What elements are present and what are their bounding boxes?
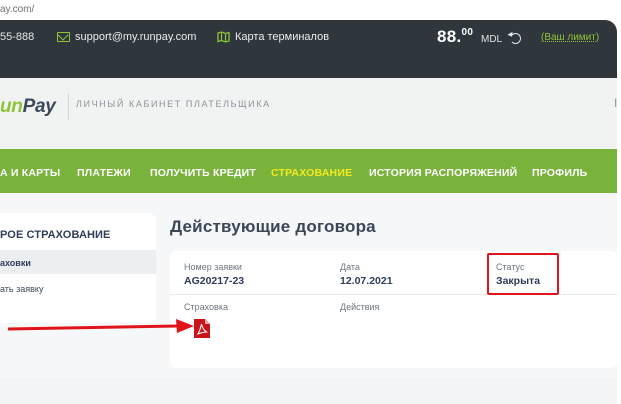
annotation-arrow bbox=[8, 319, 194, 333]
phone-number[interactable]: 55-888 bbox=[0, 31, 34, 43]
date-label: Дата bbox=[340, 262, 360, 272]
cabinet-label: ЛИЧНЫЙ КАБИНЕТ ПЛАТЕЛЬЩИКА bbox=[76, 99, 271, 109]
app-window: ay.com/ 55-888 support@my.runpay.com Кар… bbox=[0, 0, 621, 404]
nav-item-payments[interactable]: ПЛАТЕЖИ bbox=[77, 167, 131, 179]
balance-currency: MDL bbox=[481, 34, 503, 45]
request-number-label: Номер заявки bbox=[184, 262, 242, 272]
page-title: Действующие договора bbox=[170, 217, 376, 236]
header-edge-mark: I bbox=[614, 96, 618, 110]
logo-green-part: un bbox=[0, 96, 23, 117]
mail-icon bbox=[57, 32, 70, 42]
balance-integer: 88. bbox=[437, 27, 462, 46]
nav-item-credit[interactable]: ПОЛУЧИТЬ КРЕДИТ bbox=[150, 167, 256, 179]
support-email-link[interactable]: support@my.runpay.com bbox=[75, 31, 196, 43]
insurance-label: Страховка bbox=[184, 302, 228, 312]
balance-amount: 88.00 bbox=[437, 27, 473, 47]
limit-link[interactable]: (Ваш лимит) bbox=[541, 32, 599, 43]
top-info-bar bbox=[0, 20, 617, 78]
nav-item-history[interactable]: ИСТОРИЯ РАСПОРЯЖЕНИЙ bbox=[369, 167, 517, 179]
nav-item-cards[interactable]: А И КАРТЫ bbox=[0, 167, 60, 179]
actions-label: Действия bbox=[340, 302, 380, 312]
sidebar-item-label[interactable]: аховки bbox=[0, 258, 31, 268]
status-highlight-box bbox=[487, 253, 559, 295]
nav-item-profile[interactable]: ПРОФИЛЬ bbox=[532, 167, 587, 179]
site-header bbox=[0, 78, 617, 149]
nav-item-insurance[interactable]: СТРАХОВАНИЕ bbox=[271, 167, 352, 179]
sidebar-item-new-request[interactable]: ать заявку bbox=[0, 284, 43, 294]
date-value: 12.07.2021 bbox=[340, 275, 393, 287]
runpay-logo[interactable]: unPay bbox=[0, 96, 56, 118]
terminals-map-link[interactable]: Карта терминалов bbox=[235, 31, 329, 43]
balance-decimal: 00 bbox=[461, 27, 474, 38]
pdf-icon[interactable] bbox=[193, 318, 211, 339]
map-icon bbox=[217, 31, 230, 43]
sidebar-title: РОЕ СТРАХОВАНИЕ bbox=[0, 229, 111, 241]
logo-dark-part: Pay bbox=[22, 96, 56, 117]
content-footer-area bbox=[0, 378, 617, 404]
request-number-value: AG20217-23 bbox=[184, 275, 245, 287]
address-bar[interactable]: ay.com/ bbox=[0, 0, 621, 20]
url-text: ay.com/ bbox=[0, 4, 35, 15]
logo-divider bbox=[68, 94, 69, 120]
refresh-icon[interactable] bbox=[510, 33, 521, 44]
